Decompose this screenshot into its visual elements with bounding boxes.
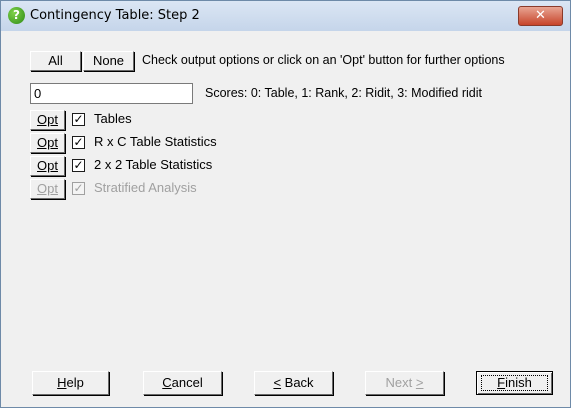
2x2-statistics-checkbox[interactable]: ✓ <box>72 159 85 172</box>
stratified-analysis-label: Stratified Analysis <box>94 180 197 195</box>
window-title: Contingency Table: Step 2 <box>30 8 200 23</box>
opt-button-stratified-analysis: Opt <box>30 179 65 199</box>
scores-input[interactable]: 0 <box>30 83 193 104</box>
scores-label: Scores: 0: Table, 1: Rank, 2: Ridit, 3: … <box>205 86 482 100</box>
none-button[interactable]: None <box>83 51 134 71</box>
help-question-icon: ? <box>8 7 25 24</box>
title-bar[interactable]: ? Contingency Table: Step 2 ✕ <box>1 1 570 31</box>
tables-label: Tables <box>94 111 132 126</box>
opt-button-rxc-statistics[interactable]: Opt <box>30 133 65 153</box>
opt-button-2x2-statistics[interactable]: Opt <box>30 156 65 176</box>
dialog-client-area: All None Check output options or click o… <box>1 31 570 407</box>
rxc-statistics-checkbox[interactable]: ✓ <box>72 136 85 149</box>
cancel-button[interactable]: Cancel <box>143 371 222 395</box>
opt-button-tables[interactable]: Opt <box>30 110 65 130</box>
tables-checkbox[interactable]: ✓ <box>72 113 85 126</box>
help-button[interactable]: Help <box>32 371 109 395</box>
rxc-statistics-label: R x C Table Statistics <box>94 134 217 149</box>
dialog-window: ? Contingency Table: Step 2 ✕ All None C… <box>0 0 571 408</box>
2x2-statistics-label: 2 x 2 Table Statistics <box>94 157 213 172</box>
focus-rectangle <box>481 375 548 391</box>
all-button[interactable]: All <box>30 51 81 71</box>
stratified-analysis-checkbox: ✓ <box>72 181 85 195</box>
instructions-text: Check output options or click on an 'Opt… <box>142 53 505 67</box>
finish-button[interactable]: Finish <box>476 371 553 395</box>
back-button[interactable]: < Back <box>254 371 333 395</box>
close-button[interactable]: ✕ <box>518 6 563 26</box>
next-button: Next > <box>365 371 444 395</box>
